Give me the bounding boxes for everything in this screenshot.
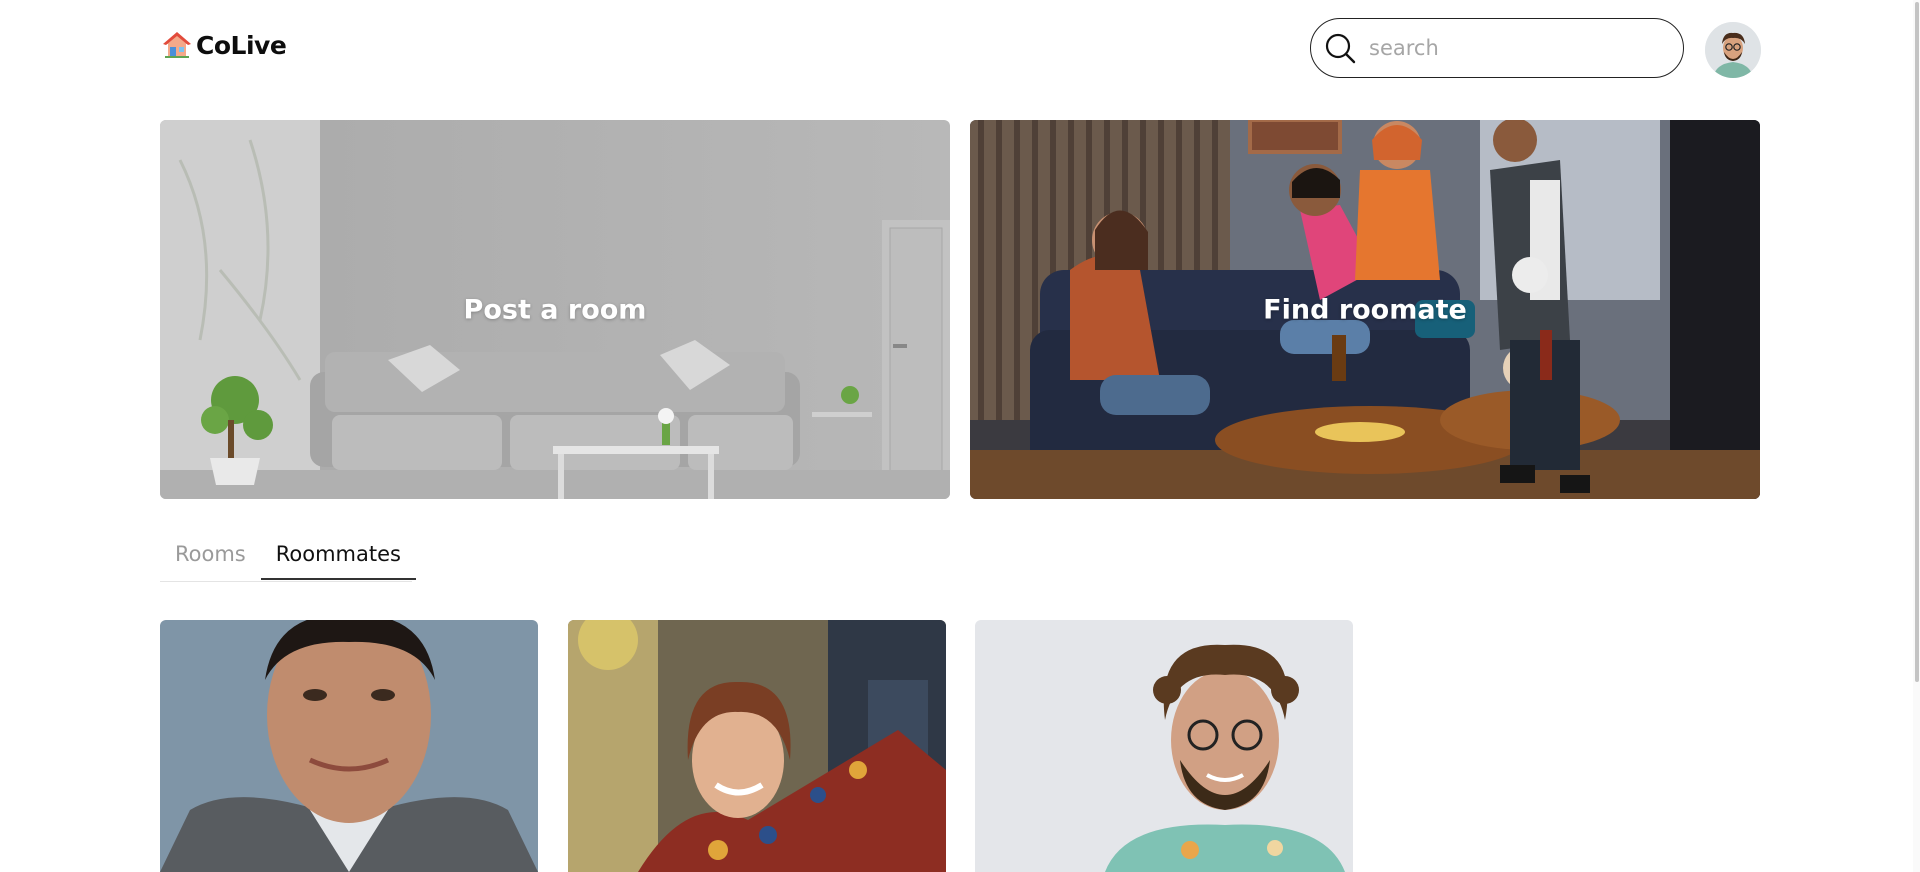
page-scrollbar[interactable] xyxy=(1913,0,1920,872)
roommate-photo xyxy=(160,620,538,872)
app-logo[interactable]: CoLive xyxy=(162,30,287,60)
roommate-photo xyxy=(975,620,1353,872)
listing-tabs: Rooms Roommates xyxy=(160,533,416,582)
scrollbar-thumb[interactable] xyxy=(1915,2,1919,682)
tab-rooms[interactable]: Rooms xyxy=(160,533,261,580)
tab-roommates[interactable]: Roommates xyxy=(260,533,416,580)
user-avatar[interactable] xyxy=(1705,22,1761,78)
search-input[interactable] xyxy=(1367,35,1661,61)
roommate-card[interactable] xyxy=(160,620,538,872)
find-roommate-card[interactable]: Find roomate xyxy=(970,120,1760,499)
post-room-label: Post a room xyxy=(463,294,647,325)
house-icon xyxy=(163,32,191,58)
roommate-card[interactable] xyxy=(975,620,1353,872)
search-icon xyxy=(1325,33,1356,64)
app-name: CoLive xyxy=(196,30,287,60)
roommate-photo xyxy=(568,620,946,872)
roommate-card[interactable] xyxy=(568,620,946,872)
search-bar[interactable] xyxy=(1310,18,1684,78)
find-roommate-label: Find roomate xyxy=(1263,294,1467,325)
post-room-card[interactable]: Post a room xyxy=(160,120,950,499)
